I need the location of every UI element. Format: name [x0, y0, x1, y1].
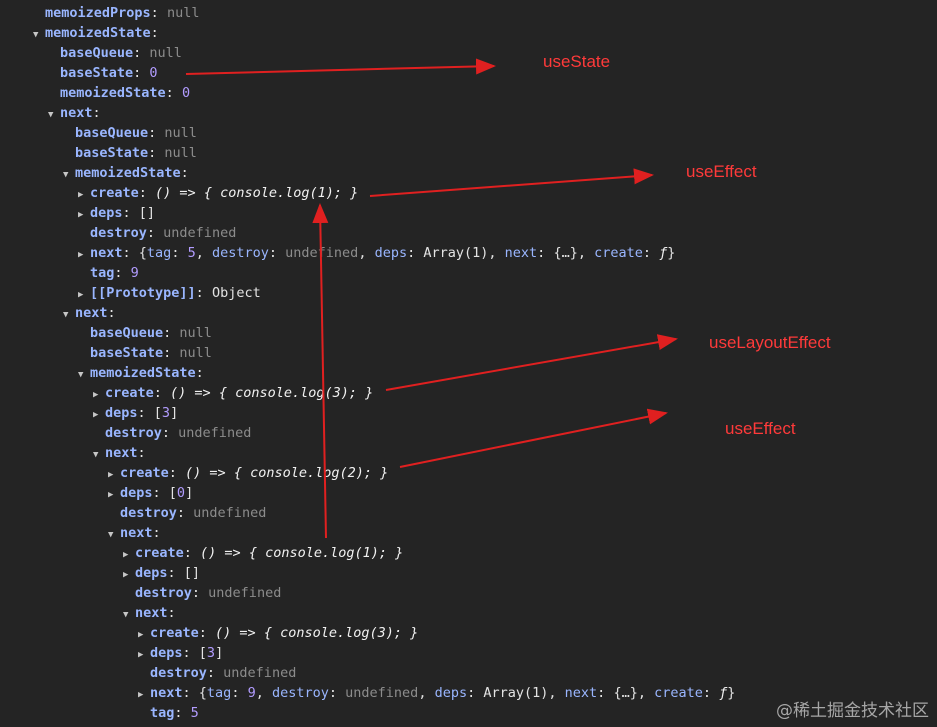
arrow-usestate [185, 58, 496, 75]
annotation-useeffect-1: useEffect [686, 162, 757, 181]
arrow-useeffect-2 [399, 408, 668, 468]
watermark: @稀土掘金技术社区 [776, 701, 929, 721]
annotation-usestate: useState [543, 52, 611, 71]
arrow-uselayouteffect [385, 334, 678, 391]
annotation-uselayouteffect: useLayoutEffect [709, 333, 831, 352]
arrow-useeffect-1-from-below [312, 203, 329, 539]
annotation-useeffect-2: useEffect [725, 419, 796, 438]
arrow-useeffect-1 [369, 168, 654, 197]
annotation-arrows [185, 58, 678, 539]
